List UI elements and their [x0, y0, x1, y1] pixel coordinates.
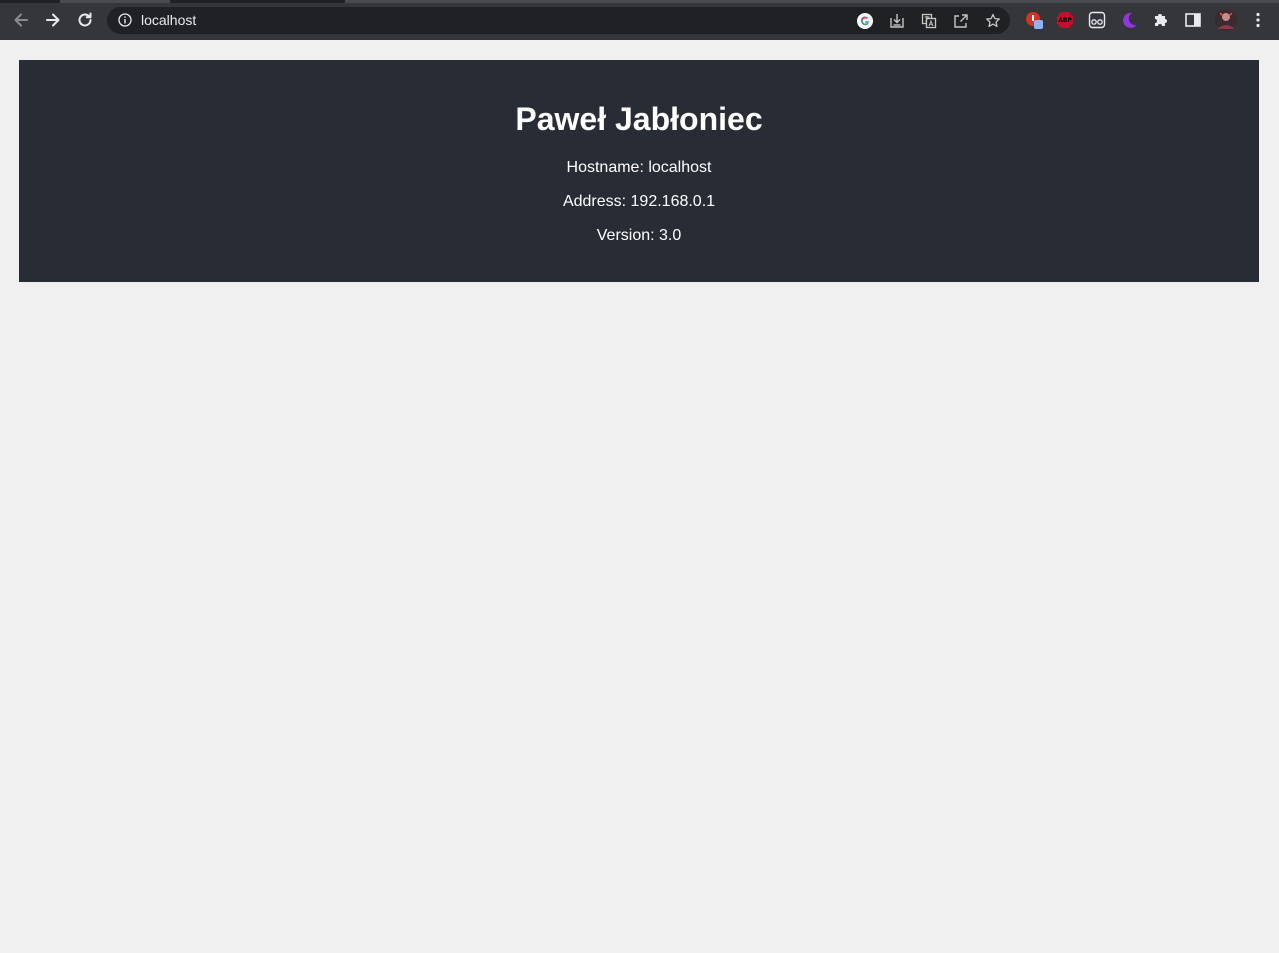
- browser-menu-button[interactable]: [1249, 11, 1267, 29]
- extension-glasses-button[interactable]: [1088, 11, 1106, 29]
- page-title: Paweł Jabłoniec: [515, 101, 763, 137]
- install-app-button[interactable]: [889, 13, 905, 29]
- forward-arrow-icon: [46, 13, 60, 27]
- back-button[interactable]: [9, 8, 33, 32]
- bookmark-button[interactable]: [985, 13, 1001, 29]
- tab-strip: [0, 0, 1279, 3]
- dark-mode-button[interactable]: [1120, 11, 1138, 29]
- extension-red-button[interactable]: [1025, 11, 1043, 29]
- reload-button[interactable]: [73, 8, 97, 32]
- hostname-text: Hostname: localhost: [566, 159, 712, 176]
- site-info-icon[interactable]: [118, 13, 132, 27]
- back-arrow-icon: [14, 13, 28, 27]
- side-panel-button[interactable]: [1184, 11, 1202, 29]
- bookmark-star-icon: [986, 13, 1000, 28]
- google-icon: [857, 13, 873, 29]
- extension-red-icon: [1026, 12, 1043, 29]
- share-button[interactable]: [953, 13, 969, 29]
- browser-toolbar: localhost ABP: [0, 0, 1279, 40]
- share-icon: [954, 14, 968, 28]
- google-lens-button[interactable]: [857, 13, 873, 29]
- dark-mode-moon-icon: [1123, 12, 1137, 28]
- address-bar[interactable]: localhost: [107, 7, 1010, 34]
- forward-button[interactable]: [41, 8, 65, 32]
- puzzle-extensions-icon: [1155, 14, 1167, 26]
- adblock-plus-button[interactable]: ABP: [1056, 11, 1074, 29]
- translate-button[interactable]: [921, 13, 937, 29]
- install-app-icon: [890, 14, 904, 28]
- adblock-plus-icon: ABP: [1057, 12, 1073, 28]
- tab-active[interactable]: [60, 0, 170, 3]
- version-text: Version: 3.0: [596, 227, 682, 244]
- extension-glasses-icon: [1088, 11, 1106, 29]
- profile-button[interactable]: [1215, 9, 1237, 31]
- address-bar-url[interactable]: localhost: [141, 12, 196, 29]
- info-banner: Paweł Jabłoniec Hostname: localhost Addr…: [19, 60, 1259, 282]
- address-text: Address: 192.168.0.1: [562, 193, 716, 210]
- profile-avatar-icon: [1215, 9, 1237, 31]
- translate-icon: [921, 13, 937, 29]
- side-panel-icon: [1185, 13, 1201, 27]
- reload-icon: [78, 12, 92, 27]
- extensions-button[interactable]: [1152, 11, 1170, 29]
- adblock-plus-label: ABP: [1058, 17, 1072, 24]
- menu-kebab-icon: [1256, 12, 1260, 28]
- tab-other[interactable]: [345, 0, 1279, 3]
